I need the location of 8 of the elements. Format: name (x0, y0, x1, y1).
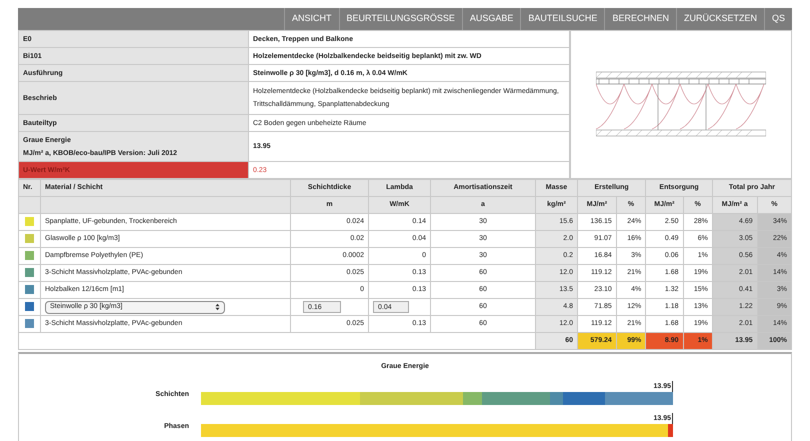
nav-tab[interactable]: QS (764, 8, 792, 30)
nav-tab[interactable]: ANSICHT (284, 8, 339, 30)
nav-tab[interactable]: BERECHNEN (604, 8, 676, 30)
nav-tab[interactable]: BEURTEILUNGSGRÖSSE (338, 8, 462, 30)
nav-tab[interactable]: BAUTEILSUCHE (520, 8, 604, 30)
stepper-icon (215, 303, 220, 311)
nav-tab[interactable]: AUSGABE (462, 8, 520, 30)
nav-tab[interactable]: ZURÜCKSETZEN (676, 8, 764, 30)
